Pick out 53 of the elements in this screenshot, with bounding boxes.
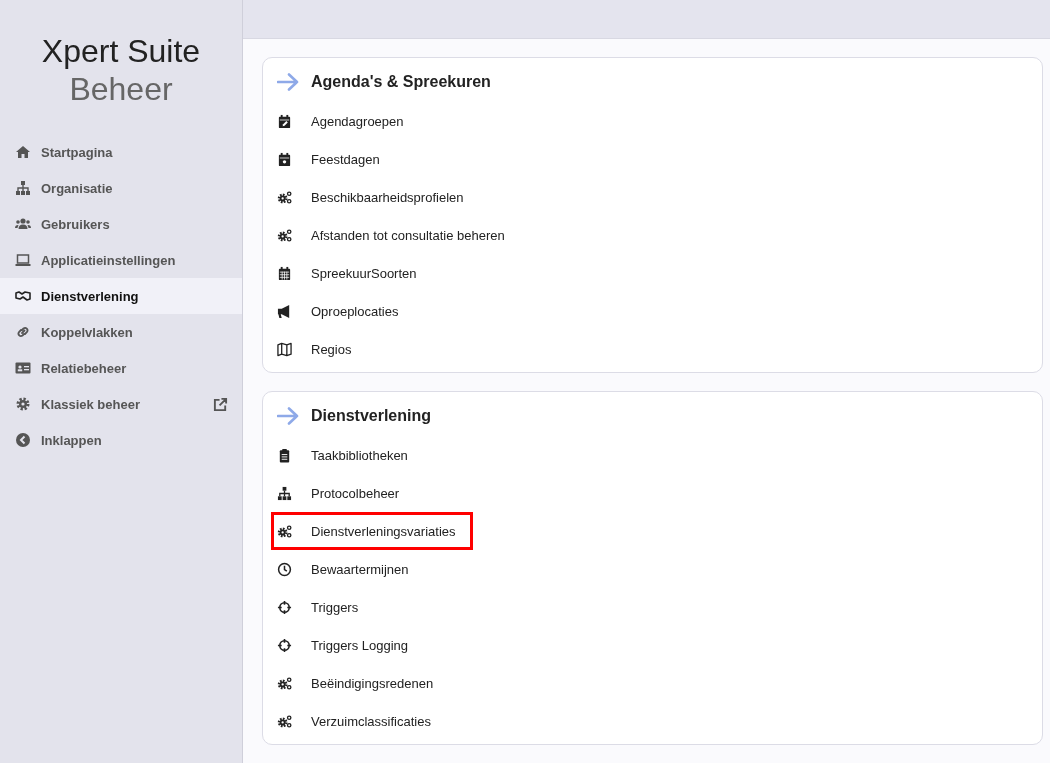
sidebar-item[interactable]: Organisatie — [0, 170, 242, 206]
arrow-right-icon — [277, 407, 299, 425]
app-title: Xpert Suite — [40, 32, 202, 70]
menu-link[interactable]: Triggers Logging — [271, 626, 426, 664]
map-icon — [277, 341, 292, 357]
sidebar-item[interactable]: Applicatieinstellingen — [0, 242, 242, 278]
calendar-icon — [277, 265, 292, 281]
menu-link[interactable]: Bewaartermijnen — [271, 550, 426, 588]
link-icon — [15, 324, 31, 340]
menu-link[interactable]: Beëindigingsredenen — [271, 664, 451, 702]
clipboard-icon — [277, 447, 292, 463]
sidebar-item[interactable]: Dienstverlening — [0, 278, 242, 314]
arrow-right-icon — [277, 73, 299, 91]
external-link-icon[interactable] — [213, 396, 228, 412]
menu-link[interactable]: Dienstverleningsvariaties — [271, 512, 473, 550]
sitemap-icon — [277, 485, 292, 501]
sidebar-item[interactable]: Relatiebeheer — [0, 350, 242, 386]
megaphone-icon — [277, 303, 292, 319]
clock-icon — [277, 561, 292, 577]
menu-link[interactable]: Beschikbaarheidsprofielen — [271, 178, 481, 216]
id-card-icon — [15, 360, 31, 376]
crosshair-icon — [277, 599, 292, 615]
gears-icon — [277, 675, 292, 691]
laptop-icon — [15, 252, 31, 268]
menu-link[interactable]: Triggers — [271, 588, 376, 626]
crosshair-icon — [277, 637, 292, 653]
section-title: Dienstverlening — [311, 407, 432, 425]
section-title: Agenda's & Spreekuren — [311, 73, 491, 91]
sidebar-item[interactable]: Startpagina — [0, 134, 242, 170]
menu-link[interactable]: SpreekuurSoorten — [271, 254, 434, 292]
chevron-left-circle-icon — [15, 432, 31, 448]
sidebar-item[interactable]: Inklappen — [0, 422, 242, 458]
sidebar-item[interactable]: Koppelvlakken — [0, 314, 242, 350]
sitemap-icon — [15, 180, 31, 196]
settings-icon — [15, 396, 31, 412]
menu-link[interactable]: Protocolbeheer — [271, 474, 417, 512]
menu-link[interactable]: Feestdagen — [271, 140, 397, 178]
gears-icon — [277, 227, 292, 243]
users-icon — [15, 216, 31, 232]
sidebar-item[interactable]: Gebruikers — [0, 206, 242, 242]
gears-icon — [277, 713, 292, 729]
menu-link[interactable]: Afstanden tot consultatie beheren — [271, 216, 522, 254]
menu-link[interactable]: Agendagroepen — [271, 102, 421, 140]
menu-link[interactable]: Verzuimclassificaties — [271, 702, 448, 740]
menu-link[interactable]: Regios — [271, 330, 369, 368]
calendar-edit-icon — [277, 113, 292, 129]
gears-icon — [277, 523, 292, 539]
menu-link[interactable]: Taakbibliotheken — [271, 436, 425, 474]
menu-link[interactable]: Oproeplocaties — [271, 292, 416, 330]
home-icon — [15, 144, 31, 160]
gears-icon — [277, 189, 292, 205]
sidebar-item[interactable]: Klassiek beheer — [0, 386, 242, 422]
app-subtitle: Beheer — [68, 70, 174, 108]
